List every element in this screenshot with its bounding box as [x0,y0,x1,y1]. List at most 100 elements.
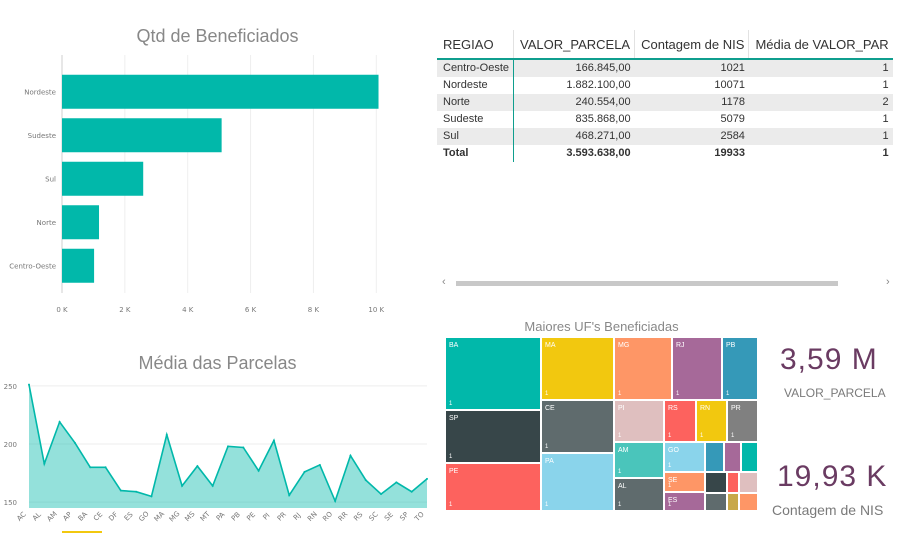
treemap-cell[interactable]: GO 1 [664,442,705,472]
x-tick-label: 0 K [56,306,68,314]
treemap-cell-label: RN [700,405,711,412]
data-point [349,454,352,457]
table-cell: 468.271,00 [513,128,635,145]
treemap-cell[interactable]: PB 1 [722,337,758,400]
treemap-cell[interactable]: PR 1 [727,400,758,442]
x-tick-label: BA [77,510,90,523]
y-tick-label: Sudeste [28,132,56,140]
region-table[interactable]: REGIAO VALOR_PARCELA Contagem de NIS Méd… [437,30,903,190]
column-header-regiao[interactable]: REGIAO [437,30,514,60]
treemap-cell[interactable] [727,493,739,511]
treemap-cell[interactable] [739,472,758,493]
table-row: Centro-Oeste 166.845,00 1021 1 [437,59,893,77]
scrollbar-thumb[interactable] [456,281,838,286]
line-chart-title: Média das Parcelas [138,353,297,373]
data-point [89,466,92,469]
data-point [272,439,275,442]
column-header-valor-parcela[interactable]: VALOR_PARCELA [513,30,635,60]
x-tick-label: PE [245,511,257,523]
treemap[interactable]: BA 1 SP 1 PE 1 MA 1 CE 1 PA 1 MG 1 PI 1 AM 1 AL 1 RJ 1 RS 1 RN 1 G… [445,337,758,511]
treemap-cell[interactable] [727,472,739,493]
treemap-cell[interactable]: MG 1 [614,337,672,400]
data-point [227,445,229,448]
treemap-cell[interactable]: PI 1 [614,400,664,442]
area-chart[interactable]: 150200250AC AL AM AP BA CE DF ES GO MA MG MS MT PA PB P… [0,380,432,533]
data-point [303,470,306,473]
treemap-cell[interactable]: AM 1 [614,442,664,478]
treemap-cell[interactable] [705,493,727,511]
treemap-cell-label: MG [618,342,630,349]
x-tick-label: 4 K [182,306,194,314]
data-point [288,494,291,497]
table-cell: 1 [748,59,893,77]
column-header-media-valor[interactable]: Média de VALOR_PAR [748,30,893,60]
table-cell: 3.593.638,00 [566,147,631,159]
treemap-cell[interactable]: RS 1 [664,400,696,442]
x-tick-label: RJ [292,511,303,522]
table-cell: 10071 [714,79,745,91]
treemap-cell-label: PI [618,405,625,412]
x-tick-label: SE [383,511,395,523]
treemap-cell-value: 1 [618,391,622,397]
treemap-cell-value: 1 [618,469,622,475]
treemap-cell[interactable]: SE 1 [664,472,705,492]
x-tick-label: RS [352,510,365,523]
x-tick-label: MG [168,510,182,524]
y-tick-label: 200 [4,441,17,449]
treemap-cell[interactable]: PE 1 [445,463,541,511]
treemap-cell[interactable]: SP 1 [445,410,541,463]
y-tick-label: 150 [4,499,17,507]
treemap-cell[interactable]: PA 1 [541,453,614,511]
treemap-cell-value: 1 [545,444,549,450]
treemap-cell-value: 1 [731,433,735,439]
x-tick-label: PI [261,512,271,522]
data-point [380,493,383,496]
treemap-cell-label: MA [545,342,556,349]
treemap-cell[interactable]: ES 1 [664,492,705,511]
x-tick-label: PA [215,511,227,523]
table-cell: 1178 [634,94,749,111]
table-horizontal-scrollbar[interactable]: ‹ › [440,276,898,288]
column-header-contagem-nis[interactable]: Contagem de NIS [634,30,749,60]
x-tick-label: 10 K [368,306,384,314]
table-cell: Sudeste [437,111,515,128]
data-point [165,433,168,436]
table-total-row: Total 3.593.638,00 19933 1 [437,145,893,162]
table-cell: Nordeste [437,77,515,94]
data-point [73,441,76,444]
treemap-cell-label: PR [731,405,741,412]
bar [62,118,222,153]
table-cell: 2 [748,94,893,111]
treemap-cell[interactable] [705,472,727,493]
bar-chart[interactable]: 0 K 2 K 4 K 6 K 8 K 10 K Nordeste Sudeste Sul Nor… [0,55,420,320]
treemap-cell-label: RS [668,405,678,412]
scroll-left-icon[interactable]: ‹ [442,276,446,288]
x-tick-label: MS [183,510,196,523]
treemap-cell[interactable] [705,442,724,472]
treemap-cell-value: 1 [545,502,549,508]
table-cell: 240.554,00 [513,94,635,111]
treemap-cell-value: 1 [668,502,672,508]
treemap-cell[interactable]: CE 1 [541,400,614,453]
treemap-cell[interactable]: MA 1 [541,337,614,400]
treemap-cell[interactable]: RJ 1 [672,337,722,400]
table-cell: 1 [748,128,893,145]
treemap-cell[interactable] [724,442,741,472]
treemap-cell[interactable] [741,442,758,472]
treemap-cell-value: 1 [449,502,453,508]
scroll-right-icon[interactable]: › [886,276,890,288]
x-tick-label: GO [137,510,151,524]
data-point [364,479,367,482]
data-point [135,490,138,493]
x-tick-label: AP [61,511,73,523]
y-tick-label: Norte [37,219,56,227]
table-cell: Total [437,145,515,162]
treemap-cell[interactable]: BA 1 [445,337,541,410]
treemap-cell[interactable] [739,493,758,511]
table-cell: 19933 [714,147,745,159]
bar [62,161,144,196]
treemap-cell[interactable]: RN 1 [696,400,727,442]
treemap-cell-label: PA [545,458,554,465]
x-tick-label: PR [276,510,288,522]
treemap-cell[interactable]: AL 1 [614,478,664,511]
